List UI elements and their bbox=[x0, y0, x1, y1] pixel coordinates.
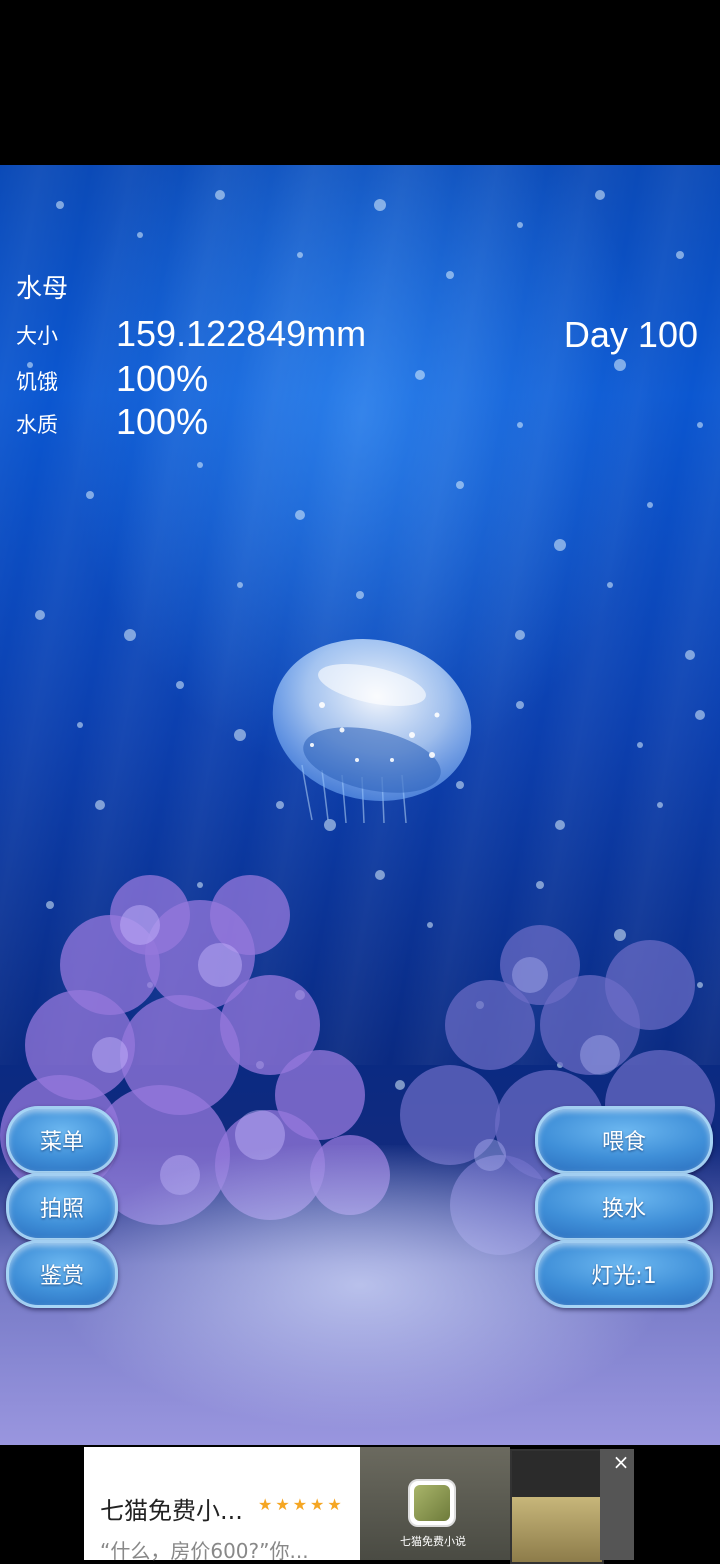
ad-banner[interactable]: 七猫免费小... ★★★★★ “什么，房价600?”你... 七猫免费小说 × bbox=[0, 1445, 720, 1564]
size-value: 159.122849mm bbox=[116, 313, 367, 354]
pet-name: 水母 bbox=[16, 274, 69, 304]
ad-preview-header bbox=[512, 1451, 602, 1497]
ad-preview-image[interactable] bbox=[510, 1449, 604, 1564]
water-quality-label: 水质 bbox=[16, 413, 58, 437]
feed-button[interactable]: 喂食 bbox=[535, 1106, 713, 1174]
light-button[interactable]: 灯光:1 bbox=[535, 1240, 713, 1308]
appreciate-button[interactable]: 鉴赏 bbox=[6, 1240, 118, 1308]
menu-button[interactable]: 菜单 bbox=[6, 1106, 118, 1174]
close-icon[interactable]: × bbox=[609, 1450, 633, 1474]
ad-image-panel[interactable]: 七猫免费小说 bbox=[360, 1447, 510, 1560]
day-counter: Day 100 bbox=[563, 314, 698, 355]
app-icon bbox=[408, 1479, 456, 1527]
size-label: 大小 bbox=[16, 324, 58, 348]
ad-text-panel[interactable]: 七猫免费小... ★★★★★ “什么，房价600?”你... bbox=[84, 1447, 360, 1563]
hunger-label: 饥饿 bbox=[16, 370, 58, 394]
jellyfish bbox=[272, 639, 472, 824]
photo-button[interactable]: 拍照 bbox=[6, 1173, 118, 1241]
hunger-value: 100% bbox=[116, 358, 209, 399]
change-water-button[interactable]: 换水 bbox=[535, 1173, 713, 1241]
ad-title: 七猫免费小... bbox=[100, 1497, 243, 1525]
ad-app-name: 七猫免费小说 bbox=[400, 1535, 466, 1548]
top-black-bar bbox=[0, 0, 720, 165]
water-quality-value: 100% bbox=[116, 401, 209, 442]
ad-rating-stars: ★★★★★ bbox=[258, 1495, 345, 1514]
ad-preview-photo bbox=[512, 1497, 602, 1562]
